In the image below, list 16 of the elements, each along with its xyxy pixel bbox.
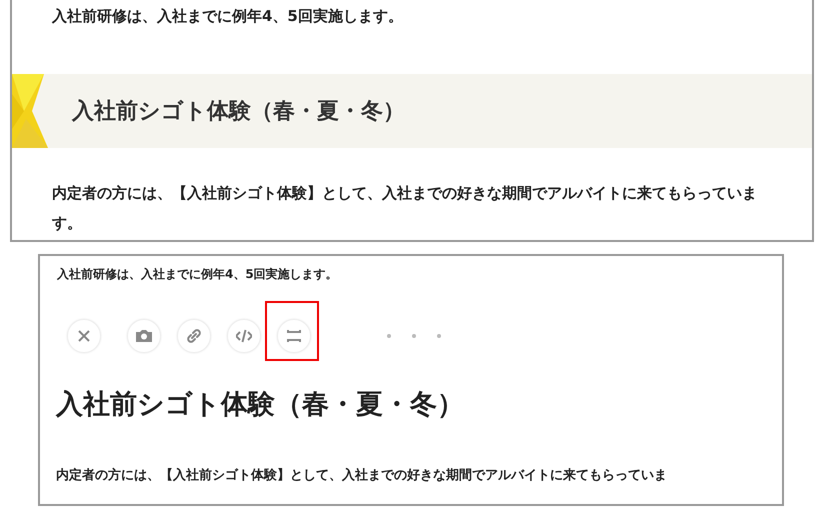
- toolbar-button[interactable]: [67, 319, 101, 353]
- paragraph: 内定者の方には、【入社前シゴト体験】として、入社までの好きな期間でアルバイトに来てもらっていま: [56, 466, 668, 484]
- section-heading: 入社前シゴト体験（春・夏・冬）: [72, 98, 405, 126]
- close-icon: [76, 328, 92, 344]
- toolbar-button[interactable]: [177, 319, 211, 353]
- camera-icon: [136, 328, 152, 344]
- intro-text: 入社前研修は、入社までに例年4、5回実施します。: [50, 6, 404, 27]
- toolbar-button[interactable]: [277, 319, 311, 353]
- toolbar-button[interactable]: [227, 319, 261, 353]
- toolbar-button[interactable]: [127, 319, 161, 353]
- link-icon: [186, 328, 202, 344]
- code-icon: [236, 328, 252, 344]
- intro-text: 入社前研修は、入社までに例年4、5回実施します。: [56, 266, 339, 282]
- divider-icon: [286, 328, 302, 344]
- section-heading: 入社前シゴト体験（春・夏・冬）: [56, 388, 465, 422]
- paragraph: 内定者の方には、【入社前シゴト体験】として、入社までの好きな期間でアルバイトに来てもらっています。: [52, 183, 758, 234]
